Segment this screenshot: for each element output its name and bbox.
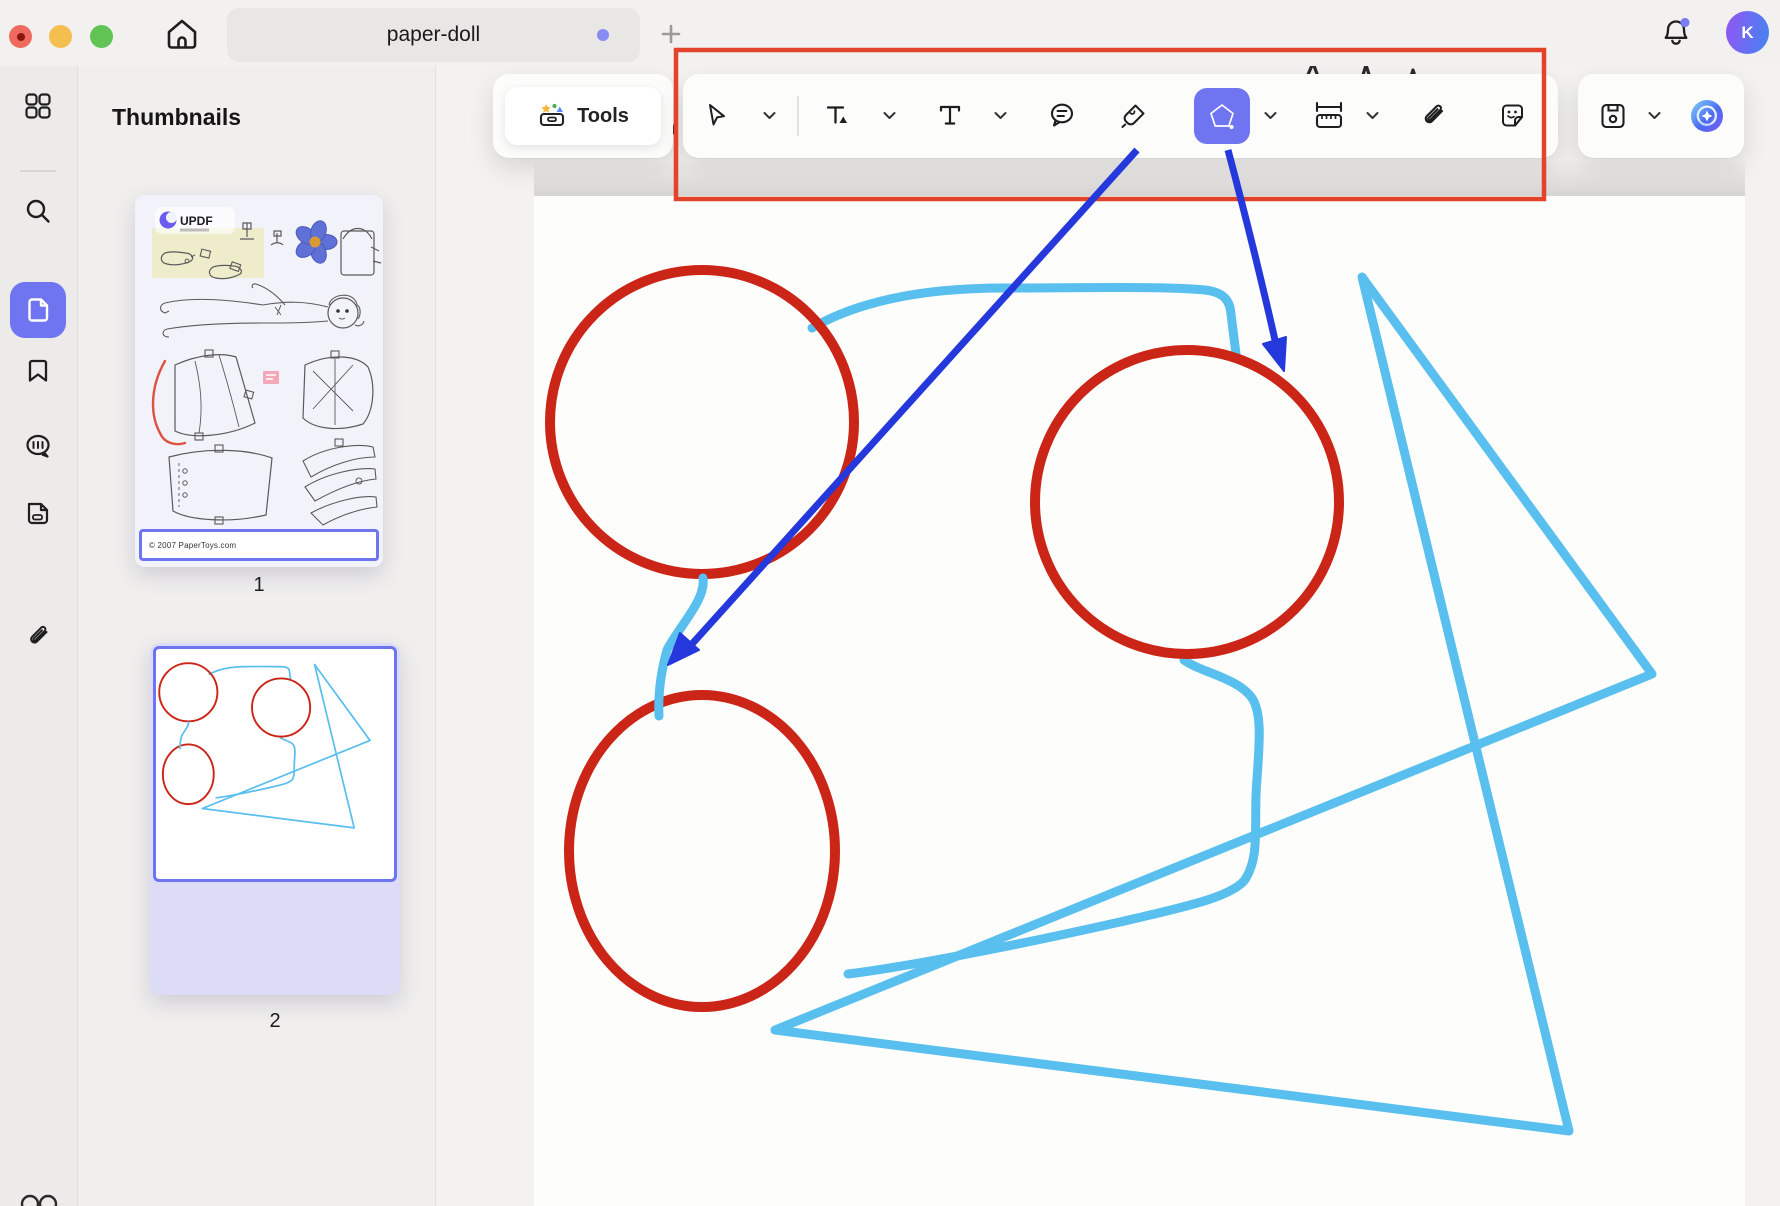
document-canvas[interactable] [435,66,1780,1206]
page1-footer-text: © 2007 PaperToys.com [142,541,236,550]
select-cursor-chevron-icon[interactable] [763,112,776,121]
attach-file-icon[interactable] [1418,101,1448,131]
measure-ruler-icon[interactable] [1312,99,1346,133]
add-text-chevron-icon[interactable] [994,112,1007,121]
svg-text:UPDF: UPDF [180,214,213,228]
shapes-tool-button-selected[interactable] [1194,88,1250,144]
save-icon[interactable] [1598,101,1628,131]
page1-footer-field[interactable]: © 2007 PaperToys.com [139,529,379,561]
attachments-icon[interactable] [23,622,53,652]
sidebar-item-thumbnails[interactable] [10,282,66,338]
annotation-toolbar [683,74,1558,158]
note-annotation [263,371,279,384]
save-chevron-icon[interactable] [1648,112,1661,121]
new-tab-plus-icon[interactable] [659,22,683,46]
notification-bell-icon[interactable] [1657,14,1695,52]
user-avatar[interactable]: K [1726,11,1769,54]
page-thumbnail-icon [23,295,53,325]
left-sidebar [0,66,78,1206]
toolbox-icon [537,101,567,131]
updf-app-window: { "topbar": { "tab_title": "paper-doll",… [0,0,1780,1206]
thumbnails-panel: Thumbnails UPDF [78,66,436,1206]
close-window-button[interactable] [9,25,32,48]
search-icon[interactable] [23,196,53,226]
page-number-1: 1 [135,574,383,597]
document-tab-title: paper-doll [387,23,480,47]
ruler-chevron-icon[interactable] [1366,112,1379,121]
panel-title: Thumbnails [112,104,241,131]
document-tab[interactable]: paper-doll [227,8,640,62]
text-edit-icon[interactable] [823,101,853,131]
sidebar-divider [20,170,56,172]
zoom-window-button[interactable] [90,25,113,48]
title-bar: paper-doll K [0,0,1780,66]
minimize-window-button[interactable] [49,25,72,48]
tools-button[interactable]: Tools [505,87,661,145]
add-text-icon[interactable] [935,101,965,131]
page2-thumbnail-page [153,646,397,882]
thumbnail-page-1[interactable]: UPDF [135,195,383,567]
tools-toolbar: Tools [493,74,673,158]
select-cursor-icon[interactable] [702,101,732,131]
page1-artwork: UPDF [135,195,383,567]
tools-button-label: Tools [577,105,629,128]
annotations-list-icon[interactable] [23,499,53,529]
notification-badge-dot [1680,18,1689,27]
thumbnail-page-2-selected[interactable] [150,643,400,995]
toolbar-divider [797,96,799,136]
app-grid-icon[interactable] [23,91,53,121]
page-number-2: 2 [151,1010,399,1033]
partially-visible-icon [18,1190,62,1206]
sticker-icon[interactable] [1498,101,1528,131]
home-icon[interactable] [162,15,202,55]
shapes-chevron-icon[interactable] [1264,112,1277,121]
text-edit-chevron-icon[interactable] [883,112,896,121]
page-2-canvas [435,66,1780,1206]
ai-assistant-icon[interactable] [1688,97,1726,135]
save-toolbar [1578,74,1744,158]
avatar-initial: K [1741,23,1753,43]
comments-icon[interactable] [23,432,53,462]
comment-icon[interactable] [1046,100,1078,132]
pentagon-icon [1206,100,1238,132]
highlighter-icon[interactable] [1118,101,1148,131]
bookmark-icon[interactable] [23,357,53,387]
unsaved-changes-dot [597,29,609,41]
page2-artwork-mini [156,649,388,873]
